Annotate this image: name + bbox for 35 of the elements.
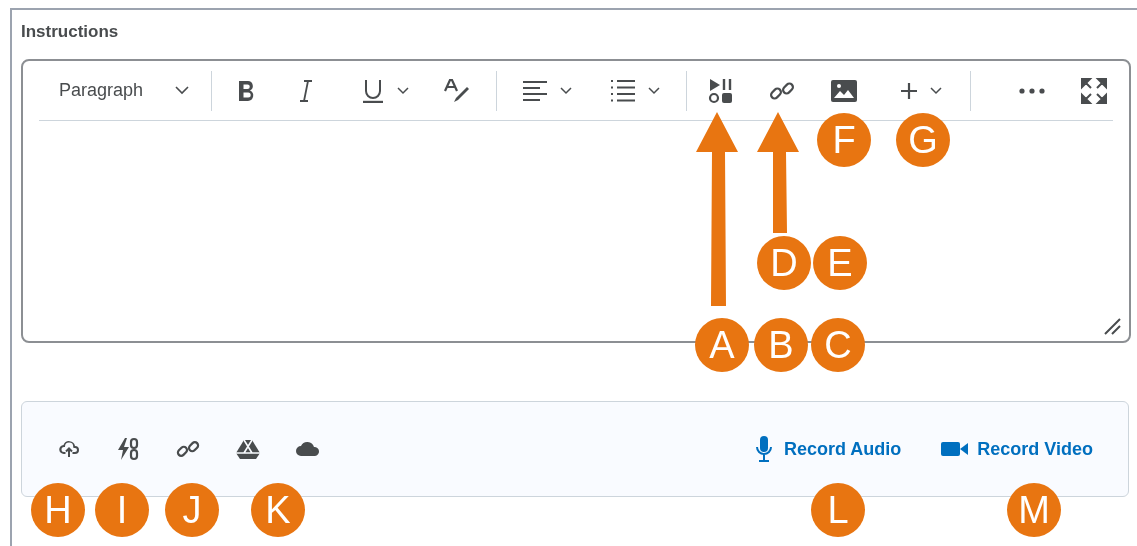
cloud-upload-icon [59,440,79,458]
video-camera-icon [941,441,969,457]
italic-icon [299,79,314,102]
plus-icon [899,81,918,100]
field-label: Instructions [21,21,119,43]
chevron-icon [396,86,409,95]
fullscreen-icon [1080,77,1107,104]
callout-marker: H [31,483,85,537]
callout-marker: M [1007,483,1061,537]
callout-marker: B [754,318,808,372]
list-icon [610,78,637,103]
chevron-icon [929,86,942,95]
media-icon [707,77,734,104]
text-brush-icon [443,78,470,103]
callout-marker: I [95,483,149,537]
resize-handle-icon [1103,317,1121,335]
more-icon [1018,87,1045,94]
callout-marker: C [811,318,865,372]
callout-marker: K [251,483,305,537]
underline-icon [360,78,385,103]
chevron-icon [559,86,572,95]
callout-marker: J [165,483,219,537]
cloud-icon [295,441,321,457]
microphone-icon [755,436,772,462]
record-audio-button[interactable]: Record Audio [755,429,902,469]
chevron-icon [648,86,661,95]
chevron-icon [175,86,190,95]
callout-marker: L [811,483,865,537]
record-video-button[interactable]: Record Video [941,429,1093,469]
align-left-icon [521,79,548,102]
callout-marker: A [695,318,749,372]
image-icon [830,79,857,102]
bolt-links-icon [116,437,140,461]
paragraph-dropdown[interactable]: Paragraph [57,70,204,111]
triangle-drive-icon [236,438,260,460]
